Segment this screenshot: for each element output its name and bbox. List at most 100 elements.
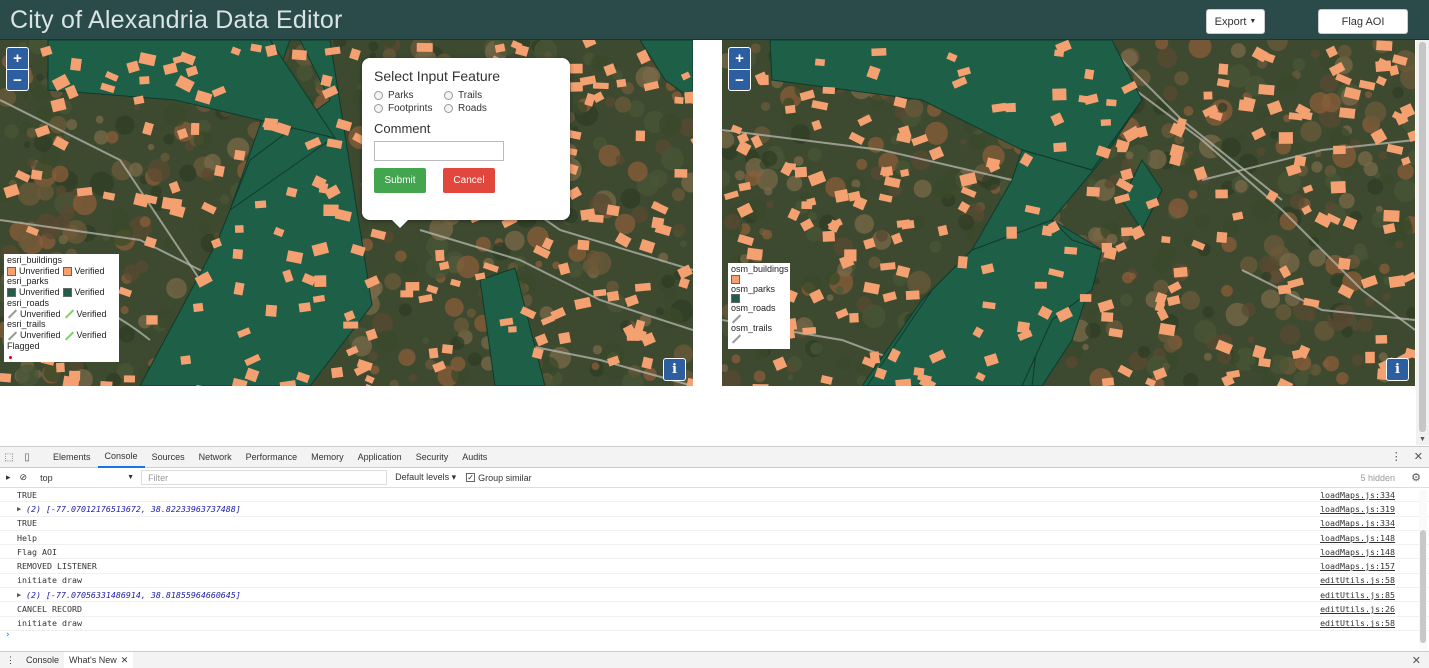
legend-label: Unverified bbox=[19, 287, 60, 298]
inspect-element-icon[interactable]: ⬚ bbox=[0, 448, 18, 466]
devtools-tab-performance[interactable]: Performance bbox=[239, 447, 305, 468]
drawer-tab-console[interactable]: Console bbox=[21, 652, 64, 668]
devtools-tab-audits[interactable]: Audits bbox=[455, 447, 494, 468]
console-log-source-link[interactable]: loadMaps.js:148 bbox=[1320, 533, 1395, 543]
radio-label: Footprints bbox=[388, 103, 433, 114]
left-zoom-control: + − bbox=[6, 47, 29, 91]
close-drawer-icon[interactable]: ✕ bbox=[1412, 654, 1421, 667]
radio-circle-icon[interactable] bbox=[374, 104, 383, 113]
console-log-message: Flag AOI bbox=[17, 546, 57, 557]
left-map[interactable]: + − i esri_buildings Unverified Verified… bbox=[0, 40, 693, 386]
console-log-source-link[interactable]: loadMaps.js:319 bbox=[1320, 504, 1395, 514]
comment-label: Comment bbox=[374, 121, 431, 136]
drawer-menu-icon[interactable]: ⋮ bbox=[6, 655, 15, 666]
export-button[interactable]: Export ▼ bbox=[1206, 9, 1265, 34]
console-log-message: TRUE bbox=[17, 489, 37, 500]
console-filter-input[interactable]: Filter bbox=[141, 470, 388, 485]
console-prompt[interactable]: › bbox=[5, 630, 10, 640]
legend-row-roads: Unverified Verified bbox=[7, 309, 116, 320]
device-toolbar-icon[interactable]: ▯ bbox=[18, 448, 36, 466]
radio-trails[interactable]: Trails bbox=[444, 90, 514, 101]
devtools-tab-memory[interactable]: Memory bbox=[304, 447, 351, 468]
devtools-tab-elements[interactable]: Elements bbox=[46, 447, 98, 468]
console-log-message: CANCEL RECORD bbox=[17, 604, 82, 615]
zoom-out-button[interactable]: − bbox=[7, 69, 28, 90]
expand-arrow-icon[interactable]: ▶ bbox=[17, 591, 21, 599]
expand-arrow-icon[interactable]: ▶ bbox=[17, 505, 21, 513]
devtools-tab-security[interactable]: Security bbox=[409, 447, 456, 468]
devtools-tab-list: Elements Console Sources Network Performance… bbox=[46, 447, 494, 468]
console-log-source-link[interactable]: loadMaps.js:334 bbox=[1320, 490, 1395, 500]
osm-building-swatch bbox=[731, 274, 740, 284]
radio-label: Parks bbox=[388, 90, 414, 101]
radio-roads[interactable]: Roads bbox=[444, 103, 514, 114]
group-similar-toggle[interactable]: ✓ Group similar bbox=[466, 473, 532, 483]
console-log-source-link[interactable]: loadMaps.js:157 bbox=[1320, 561, 1395, 571]
radio-footprints[interactable]: Footprints bbox=[374, 103, 444, 114]
trail-verified-swatch bbox=[64, 331, 74, 340]
gear-icon[interactable]: ⚙ bbox=[1411, 471, 1421, 484]
console-log-row: Help loadMaps.js:148 bbox=[0, 531, 1429, 546]
console-scrollbar-thumb[interactable] bbox=[1420, 530, 1426, 643]
close-tab-icon[interactable]: ✕ bbox=[121, 655, 129, 666]
devtools-tab-application[interactable]: Application bbox=[351, 447, 409, 468]
legend-label: Verified bbox=[76, 308, 107, 319]
console-scrollbar[interactable] bbox=[1419, 490, 1427, 650]
legend-label: Verified bbox=[74, 287, 105, 298]
zoom-in-button[interactable]: + bbox=[729, 48, 750, 69]
console-log-source-link[interactable]: editUtils.js:85 bbox=[1320, 590, 1395, 600]
context-value: top bbox=[40, 472, 53, 483]
radio-circle-icon[interactable] bbox=[444, 104, 453, 113]
radio-circle-icon[interactable] bbox=[444, 91, 453, 100]
legend-row-parks: Unverified Verified bbox=[7, 287, 116, 298]
console-log-row[interactable]: ▶ (2) [-77.07056331486914, 38.81855964660… bbox=[0, 588, 1429, 603]
submit-button[interactable]: Submit bbox=[374, 168, 426, 193]
group-similar-label: Group similar bbox=[478, 472, 532, 483]
drawer-tab-whats-new[interactable]: What's New ✕ bbox=[64, 652, 134, 668]
console-log-source-link[interactable]: editUtils.js:58 bbox=[1320, 575, 1395, 585]
context-selector[interactable]: top ▼ bbox=[37, 470, 137, 485]
console-log-row: REMOVED LISTENER loadMaps.js:157 bbox=[0, 559, 1429, 574]
checkbox-checked-icon[interactable]: ✓ bbox=[466, 473, 476, 482]
left-info-button[interactable]: i bbox=[663, 358, 686, 381]
zoom-in-button[interactable]: + bbox=[7, 48, 28, 69]
console-log-source-link[interactable]: editUtils.js:26 bbox=[1320, 604, 1395, 614]
devtools-tab-sources[interactable]: Sources bbox=[145, 447, 192, 468]
flagged-dot-icon bbox=[9, 356, 12, 360]
radio-parks[interactable]: Parks bbox=[374, 90, 444, 101]
flag-aoi-button[interactable]: Flag AOI bbox=[1318, 9, 1408, 34]
comment-input[interactable] bbox=[374, 141, 504, 161]
page-scrollbar-thumb[interactable] bbox=[1419, 42, 1426, 432]
legend-title-osm-trails: osm_trails bbox=[731, 323, 773, 334]
scroll-down-arrow-icon[interactable]: ▼ bbox=[1419, 436, 1426, 443]
drawer-tab-label: What's New bbox=[69, 655, 117, 665]
more-options-icon[interactable]: ⋮ bbox=[1391, 450, 1402, 463]
osm-trail-swatch bbox=[731, 334, 741, 343]
caret-down-icon: ▼ bbox=[1249, 18, 1257, 25]
right-map[interactable]: + − i osm_buildings osm_parks osm_roads … bbox=[722, 40, 1415, 386]
console-log-source-link[interactable]: loadMaps.js:148 bbox=[1320, 547, 1395, 557]
page-scrollbar[interactable]: ▼ bbox=[1416, 40, 1429, 445]
export-button-label: Export bbox=[1214, 15, 1247, 28]
devtools-tab-console[interactable]: Console bbox=[97, 447, 145, 468]
zoom-out-button[interactable]: − bbox=[729, 69, 750, 90]
right-info-button[interactable]: i bbox=[1386, 358, 1409, 381]
devtools-tab-network[interactable]: Network bbox=[192, 447, 239, 468]
console-log-row[interactable]: ▶ (2) [-77.07012176513672, 38.82233963737… bbox=[0, 502, 1429, 517]
park-verified-swatch bbox=[62, 287, 72, 297]
building-verified-swatch bbox=[62, 266, 72, 276]
console-log-row: Flag AOI loadMaps.js:148 bbox=[0, 545, 1429, 560]
console-log-message: initiate draw bbox=[17, 618, 82, 629]
show-sidebar-icon[interactable]: ▸ bbox=[6, 472, 11, 483]
cancel-button[interactable]: Cancel bbox=[443, 168, 495, 193]
right-map-imagery bbox=[722, 40, 1415, 386]
console-log-row: initiate draw editUtils.js:58 bbox=[0, 617, 1429, 631]
devtools-tabbar: ⬚ ▯ Elements Console Sources Network Perform… bbox=[0, 447, 1429, 468]
clear-console-icon[interactable]: ⊘ bbox=[20, 472, 28, 483]
log-levels-dropdown[interactable]: Default levels ▾ bbox=[395, 472, 456, 483]
legend-title-esri-buildings: esri_buildings bbox=[7, 255, 63, 265]
close-devtools-icon[interactable]: ✕ bbox=[1414, 450, 1423, 463]
radio-circle-icon[interactable] bbox=[374, 91, 383, 100]
console-log-source-link[interactable]: editUtils.js:58 bbox=[1320, 618, 1395, 628]
console-log-source-link[interactable]: loadMaps.js:334 bbox=[1320, 518, 1395, 528]
